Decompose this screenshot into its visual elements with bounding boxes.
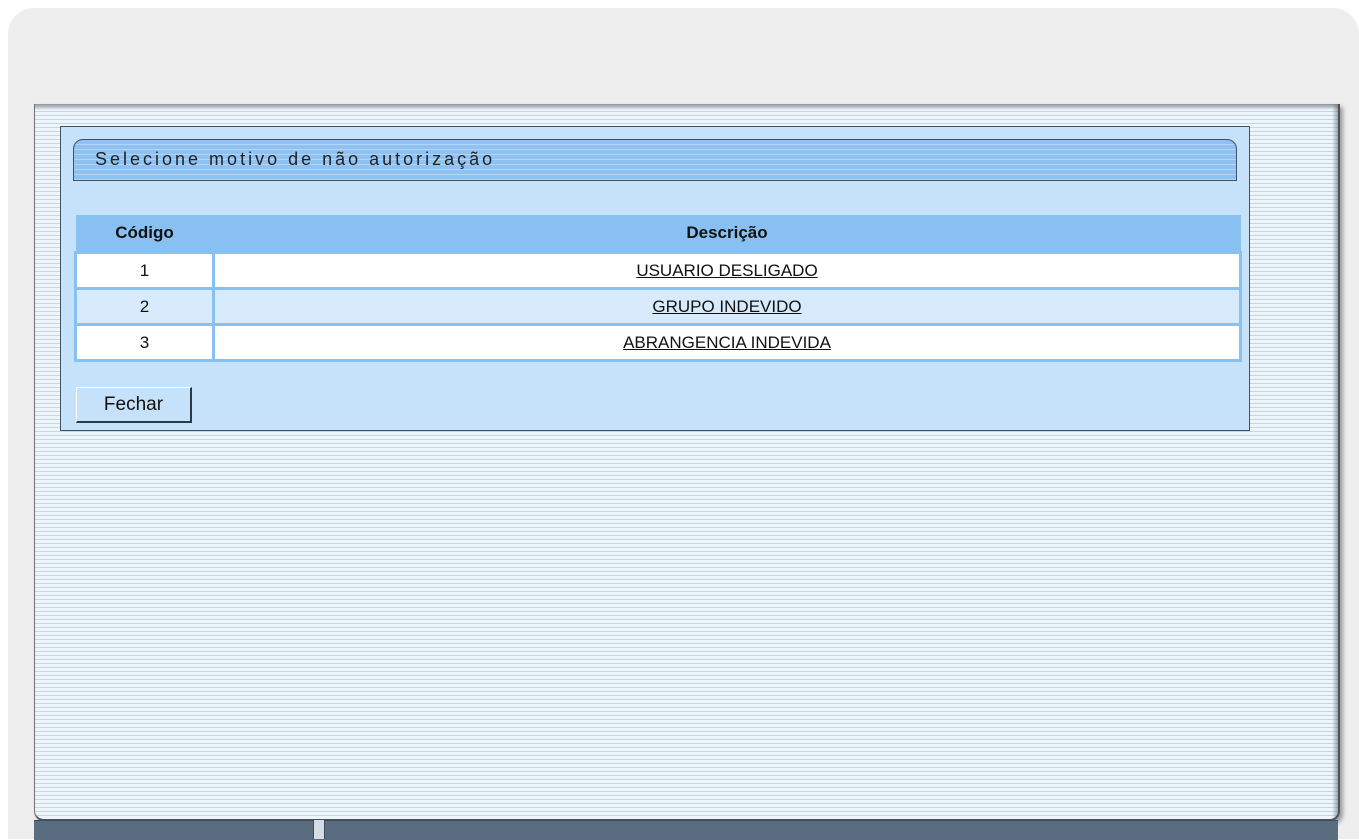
reason-description-cell: ABRANGENCIA INDEVIDA (212, 323, 1242, 362)
reason-link-grupo-indevido[interactable]: GRUPO INDEVIDO (652, 297, 801, 316)
table-row[interactable]: 2 GRUPO INDEVIDO (74, 287, 1242, 326)
dialog-title: Selecione motivo de não autorização (95, 149, 496, 169)
reason-link-usuario-desligado[interactable]: USUARIO DESLIGADO (636, 261, 817, 280)
reason-selection-dialog: Selecione motivo de não autorização Códi… (60, 126, 1250, 431)
table-row[interactable]: 3 ABRANGENCIA INDEVIDA (74, 323, 1242, 362)
reason-code-cell: 1 (74, 251, 215, 290)
reason-code-cell: 3 (74, 323, 215, 362)
column-header-description: Descrição (213, 215, 1241, 253)
dialog-header: Selecione motivo de não autorização (73, 139, 1237, 181)
window-top-edge (35, 104, 1338, 110)
column-header-code: Código (75, 215, 214, 253)
reasons-table: Código Descrição 1 USUARIO DESLIGADO 2 G… (74, 215, 1242, 362)
taskbar-strip (34, 820, 1338, 840)
window-right-edge (1332, 104, 1338, 819)
close-button[interactable]: Fechar (76, 387, 192, 423)
table-row[interactable]: 1 USUARIO DESLIGADO (74, 251, 1242, 290)
reason-description-cell: USUARIO DESLIGADO (212, 251, 1242, 290)
taskbar-divider (313, 820, 325, 839)
table-header-row: Código Descrição (75, 215, 1241, 253)
reason-link-abrangencia-indevida[interactable]: ABRANGENCIA INDEVIDA (623, 333, 831, 352)
reason-description-cell: GRUPO INDEVIDO (212, 287, 1242, 326)
app-window: Selecione motivo de não autorização Códi… (34, 104, 1340, 821)
reason-code-cell: 2 (74, 287, 215, 326)
